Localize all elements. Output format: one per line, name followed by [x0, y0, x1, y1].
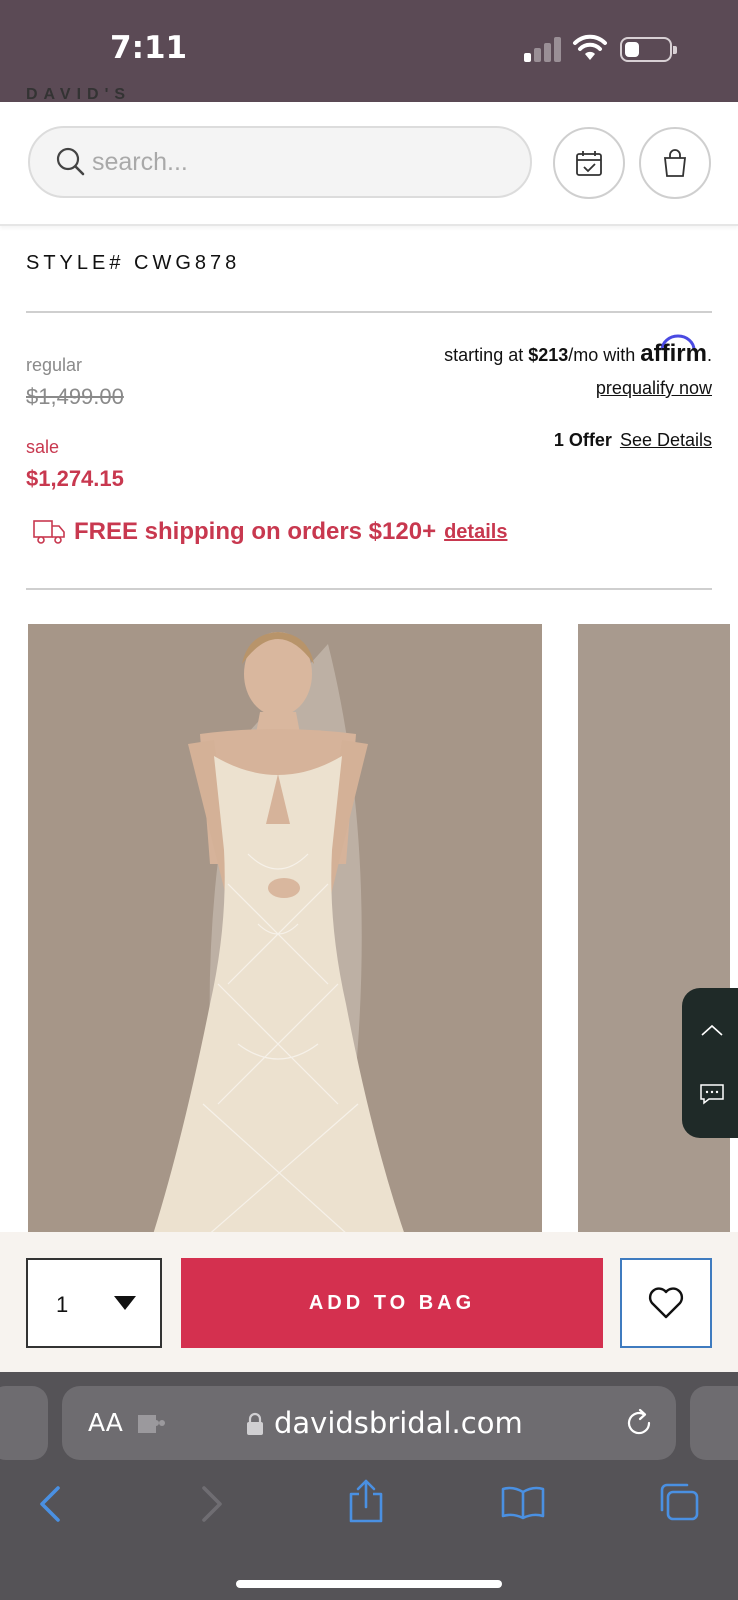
offer-count: 1 Offer	[553, 430, 612, 450]
back-icon[interactable]	[36, 1484, 66, 1524]
search-icon	[56, 147, 85, 176]
wishlist-button[interactable]	[620, 1258, 712, 1348]
financing-suffix: /mo with	[568, 345, 641, 365]
lock-icon	[247, 1412, 263, 1435]
cellular-signal-icon	[524, 36, 564, 62]
browser-toolbar: AA davidsbridal.com	[0, 1372, 738, 1600]
financing-amount: $213	[528, 345, 569, 365]
affirm-logo: affirm	[640, 340, 707, 367]
battery-icon	[620, 37, 677, 62]
financing-period: .	[706, 345, 712, 365]
shopping-bag-icon	[663, 149, 687, 177]
shipping-details-link[interactable]: details	[444, 521, 507, 544]
site-header: DAVID'S BRIDAL	[0, 88, 738, 226]
calendar-check-icon	[576, 151, 602, 176]
see-details-link[interactable]: See Details	[620, 430, 712, 450]
status-time: 7:11	[110, 30, 188, 66]
address-bar[interactable]: AA davidsbridal.com	[62, 1386, 676, 1460]
wifi-icon	[573, 34, 607, 60]
site-logo[interactable]: DAVID'S BRIDAL	[26, 88, 206, 106]
sticky-action-bar: 1 ADD TO BAG	[0, 1232, 738, 1372]
quantity-value: 1	[56, 1292, 69, 1317]
scroll-to-top-button[interactable]	[682, 1000, 738, 1060]
url-text: davidsbridal.com	[274, 1406, 523, 1440]
wedding-dress-photo	[28, 624, 542, 1244]
divider	[26, 311, 712, 313]
extension-icon[interactable]	[136, 1411, 168, 1437]
delivery-truck-icon	[33, 520, 65, 544]
divider	[26, 588, 712, 590]
product-image-next[interactable]	[578, 624, 730, 1244]
financing-text: starting at $213/mo with affirm.	[444, 340, 712, 368]
home-indicator	[236, 1580, 502, 1588]
share-icon[interactable]	[348, 1478, 384, 1524]
tabs-icon[interactable]	[658, 1482, 700, 1522]
search-box[interactable]	[28, 126, 532, 198]
financing-prefix: starting at	[444, 345, 529, 365]
product-image[interactable]	[28, 624, 542, 1244]
bookmarks-icon[interactable]	[500, 1484, 546, 1520]
shipping-banner: FREE shipping on orders $120+ details	[32, 512, 507, 552]
regular-price-label: regular	[26, 355, 83, 375]
sale-price-label: sale	[26, 437, 60, 457]
appointment-button[interactable]	[553, 127, 625, 199]
previous-tab-preview[interactable]	[0, 1386, 48, 1460]
heart-icon	[648, 1287, 684, 1319]
reader-settings-button[interactable]: AA	[88, 1408, 123, 1437]
regular-price: $1,499.00	[26, 384, 124, 409]
reload-icon[interactable]	[624, 1408, 654, 1438]
next-tab-preview[interactable]	[690, 1386, 738, 1460]
prequalify-link[interactable]: prequalify now	[596, 378, 712, 399]
style-number: STYLE# CWG878	[26, 252, 241, 274]
add-to-bag-button[interactable]: ADD TO BAG	[181, 1258, 603, 1348]
bag-button[interactable]	[639, 127, 711, 199]
chevron-up-icon	[701, 1024, 723, 1036]
logo-text: DAVID'S BRIDAL	[26, 88, 132, 106]
floating-widget	[682, 988, 738, 1138]
shipping-text: FREE shipping on orders $120+	[74, 518, 437, 545]
quantity-select[interactable]: 1	[26, 1258, 162, 1348]
forward-icon[interactable]	[196, 1484, 226, 1524]
search-input[interactable]	[92, 142, 512, 182]
sale-price: $1,274.15	[26, 466, 124, 491]
status-bar: 7:11	[0, 0, 738, 102]
dropdown-arrow-icon	[114, 1296, 136, 1310]
chat-button[interactable]	[682, 1064, 738, 1124]
chat-icon	[700, 1084, 724, 1105]
offer-row: 1 Offer See Details	[554, 430, 712, 451]
